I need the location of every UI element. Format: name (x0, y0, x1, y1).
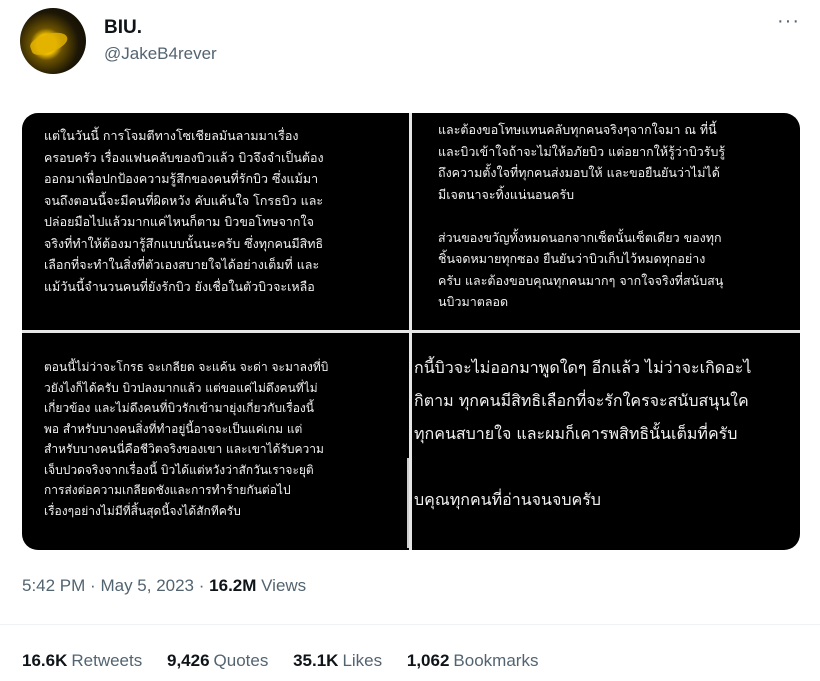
bookmarks-count: 1,062 (406, 651, 450, 670)
image-3-text: ตอนนี้ไม่ว่าจะโกรธ จะเกลียด จะแค้น จะด่า… (44, 360, 329, 518)
more-horizontal-icon[interactable]: ··· (777, 10, 800, 33)
likes-count: 35.1K (293, 651, 339, 670)
avatar[interactable] (20, 8, 86, 74)
tweet-time[interactable]: 5:42 PM (22, 576, 85, 595)
tweet-header: BIU. @JakeB4rever ··· (20, 8, 800, 78)
views-count: 16.2M (209, 576, 257, 595)
retweets-count: 16.6K (22, 651, 68, 670)
image-1-text: แต่ในวันนี้ การโจมตีทางโซเชียลมันลามมาเร… (44, 128, 324, 294)
engagement-stats: 16.6K Retweets 9,426 Quotes 35.1K Likes 1,0… (22, 651, 558, 671)
likes-stat[interactable]: 35.1K Likes (293, 651, 382, 671)
retweets-label: Retweets (71, 651, 143, 670)
bookmarks-stat[interactable]: 1,062 Bookmarks (407, 651, 539, 671)
media-image-1[interactable]: แต่ในวันนี้ การโจมตีทางโซเชียลมันลามมาเร… (22, 113, 409, 330)
display-name[interactable]: BIU. (104, 17, 142, 39)
user-handle[interactable]: @JakeB4rever (104, 44, 217, 64)
quotes-label: Quotes (213, 651, 269, 670)
separator-dot: · (198, 576, 205, 595)
media-image-2[interactable]: และต้องขอโทษแทนคลับทุกคนจริงๆจากใจมา ณ ท… (412, 113, 800, 330)
tweet-timestamp: 5:42 PM · May 5, 2023 · 16.2M Views (22, 576, 306, 596)
quotes-count: 9,426 (166, 651, 210, 670)
media-image-3[interactable]: ตอนนี้ไม่ว่าจะโกรธ จะเกลียด จะแค้น จะด่า… (22, 333, 409, 550)
views-label: Views (261, 576, 307, 595)
tweet-media-grid: แต่ในวันนี้ การโจมตีทางโซเชียลมันลามมาเร… (22, 113, 800, 550)
quotes-stat[interactable]: 9,426 Quotes (167, 651, 268, 671)
media-image-4[interactable]: กนี้บิวจะไม่ออกมาพูดใดๆ อีกแล้ว ไม่ว่าจะ… (412, 333, 800, 550)
image-2-text: และต้องขอโทษแทนคลับทุกคนจริงๆจากใจมา ณ ท… (438, 122, 726, 309)
tweet-date[interactable]: May 5, 2023 (100, 576, 194, 595)
divider (0, 624, 820, 625)
bookmarks-label: Bookmarks (453, 651, 539, 670)
image-4-text: กนี้บิวจะไม่ออกมาพูดใดๆ อีกแล้ว ไม่ว่าจะ… (414, 358, 752, 509)
retweets-stat[interactable]: 16.6K Retweets (22, 651, 142, 671)
likes-label: Likes (342, 651, 383, 670)
separator-dot: · (90, 576, 96, 595)
image-3-divider (407, 458, 409, 548)
